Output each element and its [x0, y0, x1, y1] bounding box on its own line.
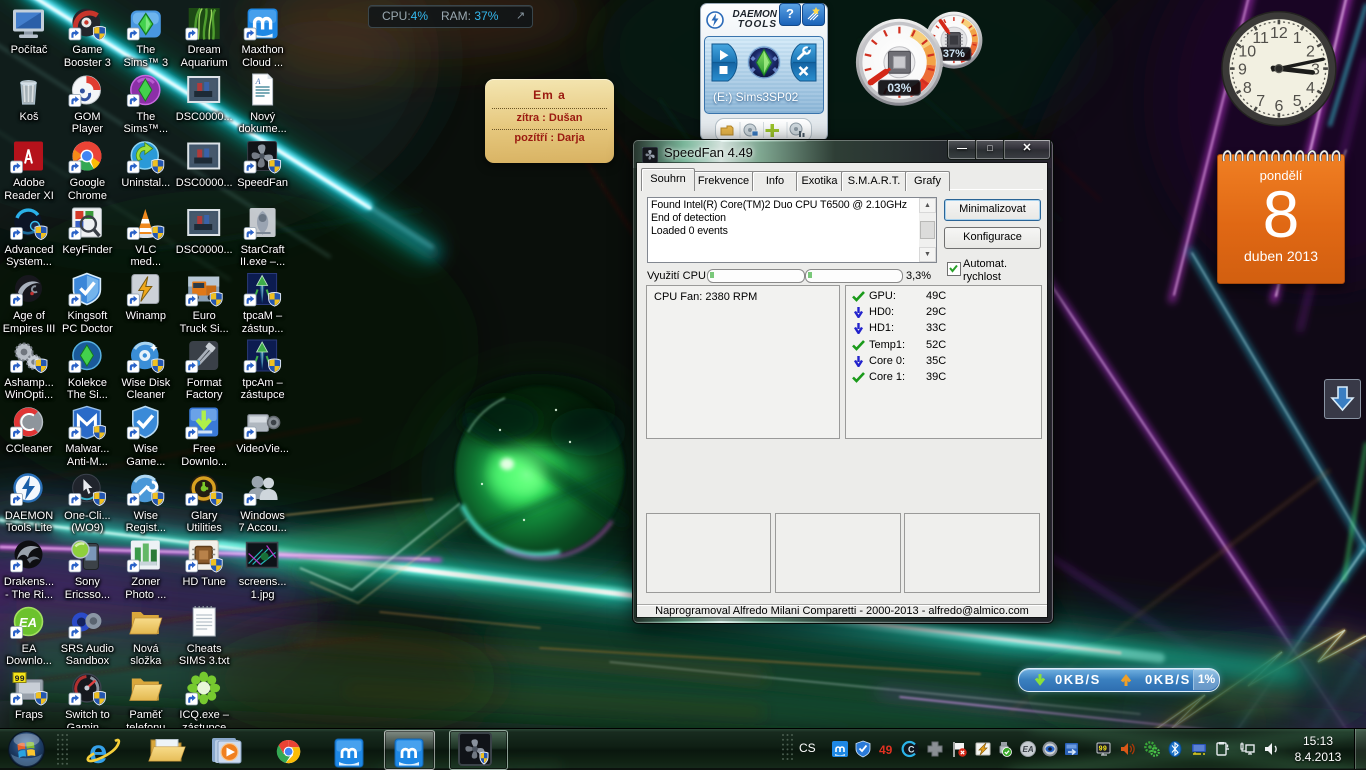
svg-text:EA: EA [1023, 745, 1034, 754]
svg-text:4: 4 [1306, 80, 1315, 97]
svg-text:7: 7 [1256, 93, 1265, 110]
svg-text:99: 99 [15, 674, 25, 684]
svg-text:5: 5 [1293, 93, 1302, 110]
svg-text:8: 8 [1243, 80, 1252, 97]
svg-text:C: C [908, 745, 915, 755]
svg-text:9: 9 [1238, 62, 1247, 79]
svg-text:A: A [255, 77, 261, 86]
svg-text:6: 6 [1274, 98, 1283, 115]
svg-text:99: 99 [1099, 746, 1107, 754]
svg-text:37%: 37% [943, 48, 965, 60]
svg-text:03%: 03% [887, 81, 911, 95]
svg-text:11: 11 [1252, 30, 1269, 47]
svg-text:49: 49 [879, 743, 893, 757]
svg-text:12: 12 [1270, 25, 1288, 42]
svg-text:1: 1 [1293, 30, 1302, 47]
svg-text:2: 2 [1306, 43, 1315, 60]
